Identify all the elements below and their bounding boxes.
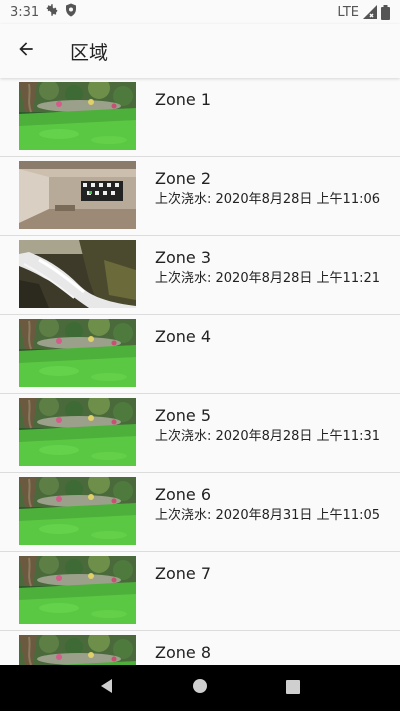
network-label: LTE: [337, 4, 359, 20]
zone-name: Zone 2: [155, 169, 211, 188]
zone-row[interactable]: Zone 7: [0, 552, 400, 631]
battery-icon: [381, 4, 390, 20]
zone-last-watered: 上次浇水: 2020年8月28日 上午11:06: [155, 192, 381, 207]
nav-back-button[interactable]: [87, 668, 127, 708]
zone-text: Zone 5 上次浇水: 2020年8月28日 上午11:31: [155, 398, 380, 446]
home-circle-icon: [192, 678, 208, 698]
zone-name: Zone 6: [155, 485, 211, 504]
status-left: 3:31: [10, 3, 77, 21]
zone-row[interactable]: Zone 3 上次浇水: 2020年8月28日 上午11:21: [0, 236, 400, 315]
zone-name: Zone 7: [155, 564, 211, 583]
settings-icon: [45, 3, 59, 21]
zone-text: Zone 1: [155, 82, 211, 110]
nav-home-button[interactable]: [180, 668, 220, 708]
zone-list: Zone 1 Zone 2 上次浇水: 2020年8月28日 上午11:06 Zone…: [0, 78, 400, 665]
signal-icon: [363, 5, 377, 19]
zone-text: Zone 8: [155, 635, 211, 663]
zone-thumbnail: [19, 319, 136, 387]
zone-text: Zone 2 上次浇水: 2020年8月28日 上午11:06: [155, 161, 380, 209]
nav-recents-button[interactable]: [273, 668, 313, 708]
zone-last-watered: 上次浇水: 2020年8月31日 上午11:05: [155, 508, 381, 523]
back-triangle-icon: [99, 678, 115, 698]
zone-name: Zone 1: [155, 90, 211, 109]
zone-text: Zone 3 上次浇水: 2020年8月28日 上午11:21: [155, 240, 380, 288]
zone-name: Zone 4: [155, 327, 211, 346]
zone-row[interactable]: Zone 4: [0, 315, 400, 394]
zone-row[interactable]: Zone 1: [0, 78, 400, 157]
zone-last-watered: 上次浇水: 2020年8月28日 上午11:31: [155, 429, 381, 444]
shield-icon: [65, 3, 77, 21]
zone-row[interactable]: Zone 8: [0, 631, 400, 665]
zone-row[interactable]: Zone 6 上次浇水: 2020年8月31日 上午11:05: [0, 473, 400, 552]
page-title: 区域: [70, 41, 109, 64]
recents-square-icon: [286, 679, 301, 698]
zone-name: Zone 5: [155, 406, 211, 425]
zone-thumbnail: [19, 82, 136, 150]
app-bar: 区域: [0, 24, 400, 78]
zone-thumbnail: [19, 161, 136, 229]
zone-name: Zone 8: [155, 643, 211, 662]
status-time: 3:31: [10, 4, 40, 20]
zone-thumbnail: [19, 240, 136, 308]
arrow-back-icon: [16, 39, 36, 63]
zone-thumbnail: [19, 477, 136, 545]
back-button[interactable]: [0, 24, 52, 78]
system-nav-bar: [0, 665, 400, 711]
zone-row[interactable]: Zone 5 上次浇水: 2020年8月28日 上午11:31: [0, 394, 400, 473]
zone-thumbnail: [19, 398, 136, 466]
zone-last-watered: 上次浇水: 2020年8月28日 上午11:21: [155, 271, 381, 286]
zone-thumbnail: [19, 556, 136, 624]
status-bar: 3:31 LTE: [0, 0, 400, 24]
zone-thumbnail: [19, 635, 136, 665]
zone-row[interactable]: Zone 2 上次浇水: 2020年8月28日 上午11:06: [0, 157, 400, 236]
status-right: LTE: [337, 4, 390, 20]
zone-name: Zone 3: [155, 248, 211, 267]
zone-text: Zone 6 上次浇水: 2020年8月31日 上午11:05: [155, 477, 380, 525]
zone-text: Zone 4: [155, 319, 211, 347]
zone-text: Zone 7: [155, 556, 211, 584]
